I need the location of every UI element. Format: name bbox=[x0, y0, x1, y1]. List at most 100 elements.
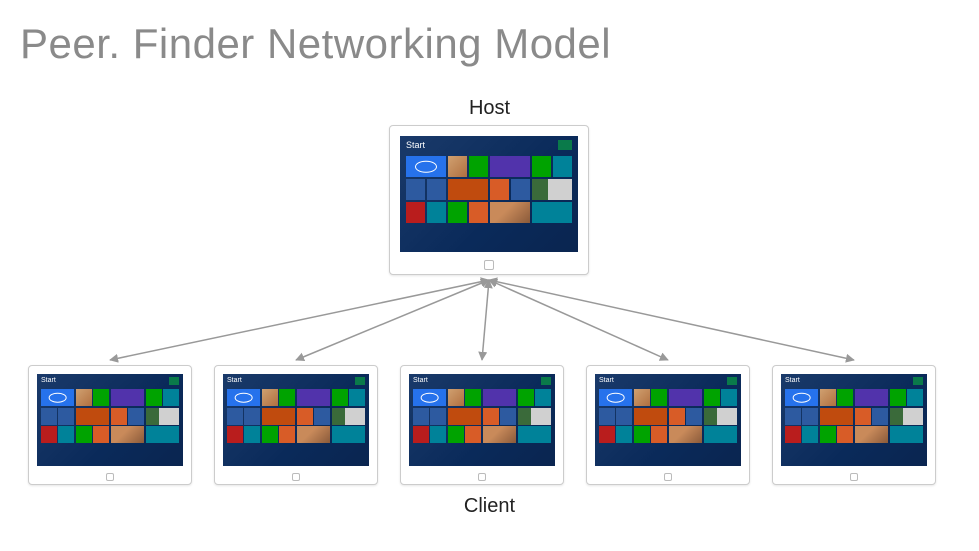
user-badge bbox=[169, 377, 179, 385]
tile bbox=[332, 426, 365, 443]
tile bbox=[855, 389, 888, 406]
client-tiles bbox=[599, 389, 737, 462]
tile bbox=[146, 426, 179, 443]
tile bbox=[483, 426, 516, 443]
tile bbox=[532, 179, 572, 200]
tile bbox=[430, 426, 446, 443]
user-badge bbox=[355, 377, 365, 385]
tile bbox=[262, 426, 278, 443]
tile bbox=[58, 408, 74, 425]
client-screen: Start bbox=[223, 374, 369, 466]
host-tablet: Start bbox=[389, 125, 589, 275]
tile bbox=[244, 408, 260, 425]
tile bbox=[349, 389, 365, 406]
tile bbox=[855, 426, 888, 443]
tile bbox=[837, 426, 853, 443]
client-tablet-4: Start bbox=[586, 365, 750, 485]
tile bbox=[532, 156, 551, 177]
host-label: Host bbox=[0, 97, 979, 120]
tile bbox=[686, 408, 702, 425]
tile bbox=[518, 389, 534, 406]
host-screen: Start bbox=[400, 136, 578, 252]
tile bbox=[616, 426, 632, 443]
tile bbox=[406, 156, 446, 177]
tile bbox=[511, 179, 530, 200]
client-tiles bbox=[41, 389, 179, 462]
client-label: Client bbox=[0, 495, 979, 518]
tile bbox=[785, 408, 801, 425]
tile bbox=[41, 408, 57, 425]
client-tiles bbox=[227, 389, 365, 462]
tile bbox=[890, 426, 923, 443]
tile bbox=[616, 408, 632, 425]
tile bbox=[406, 202, 425, 223]
tile bbox=[406, 179, 425, 200]
tile bbox=[669, 426, 702, 443]
tile bbox=[535, 389, 551, 406]
tile bbox=[518, 426, 551, 443]
user-badge bbox=[727, 377, 737, 385]
tile bbox=[669, 389, 702, 406]
tile bbox=[41, 389, 74, 406]
client-screen: Start bbox=[595, 374, 741, 466]
tile bbox=[413, 389, 446, 406]
client-tablet-3: Start bbox=[400, 365, 564, 485]
tile bbox=[262, 408, 295, 425]
tile bbox=[490, 179, 509, 200]
tile bbox=[634, 389, 650, 406]
tile bbox=[820, 408, 853, 425]
tile bbox=[448, 202, 467, 223]
tile bbox=[427, 202, 446, 223]
start-label: Start bbox=[599, 377, 614, 384]
tile bbox=[669, 408, 685, 425]
user-badge bbox=[913, 377, 923, 385]
tile bbox=[651, 389, 667, 406]
start-label: Start bbox=[785, 377, 800, 384]
tile bbox=[262, 389, 278, 406]
tile bbox=[820, 389, 836, 406]
tile bbox=[76, 426, 92, 443]
tile bbox=[837, 389, 853, 406]
tile bbox=[634, 426, 650, 443]
tile bbox=[41, 426, 57, 443]
start-label: Start bbox=[413, 377, 428, 384]
home-button-icon bbox=[850, 473, 858, 481]
tile bbox=[448, 156, 467, 177]
tile bbox=[785, 426, 801, 443]
tile bbox=[855, 408, 871, 425]
tile bbox=[820, 426, 836, 443]
tile bbox=[448, 179, 488, 200]
tile bbox=[704, 426, 737, 443]
slide: Peer. Finder Networking Model Host Clien… bbox=[0, 0, 979, 551]
tile bbox=[111, 389, 144, 406]
tile bbox=[244, 426, 260, 443]
host-tiles bbox=[406, 156, 572, 246]
tile bbox=[413, 426, 429, 443]
tile bbox=[297, 426, 330, 443]
client-tablet-1: Start bbox=[28, 365, 192, 485]
tile bbox=[332, 389, 348, 406]
tile bbox=[518, 408, 551, 425]
user-badge bbox=[541, 377, 551, 385]
tile bbox=[532, 202, 572, 223]
tile bbox=[704, 408, 737, 425]
tile bbox=[802, 408, 818, 425]
tile bbox=[76, 389, 92, 406]
client-screen: Start bbox=[409, 374, 555, 466]
tile bbox=[469, 156, 488, 177]
tile bbox=[469, 202, 488, 223]
tile bbox=[332, 408, 365, 425]
tile bbox=[163, 389, 179, 406]
tile bbox=[227, 389, 260, 406]
start-label: Start bbox=[406, 140, 425, 150]
tile bbox=[651, 426, 667, 443]
tile bbox=[465, 389, 481, 406]
tile bbox=[297, 389, 330, 406]
tile bbox=[448, 426, 464, 443]
slide-title: Peer. Finder Networking Model bbox=[20, 20, 611, 68]
tile bbox=[553, 156, 572, 177]
tile bbox=[427, 179, 446, 200]
tile bbox=[802, 426, 818, 443]
client-tiles bbox=[413, 389, 551, 462]
tile bbox=[413, 408, 429, 425]
